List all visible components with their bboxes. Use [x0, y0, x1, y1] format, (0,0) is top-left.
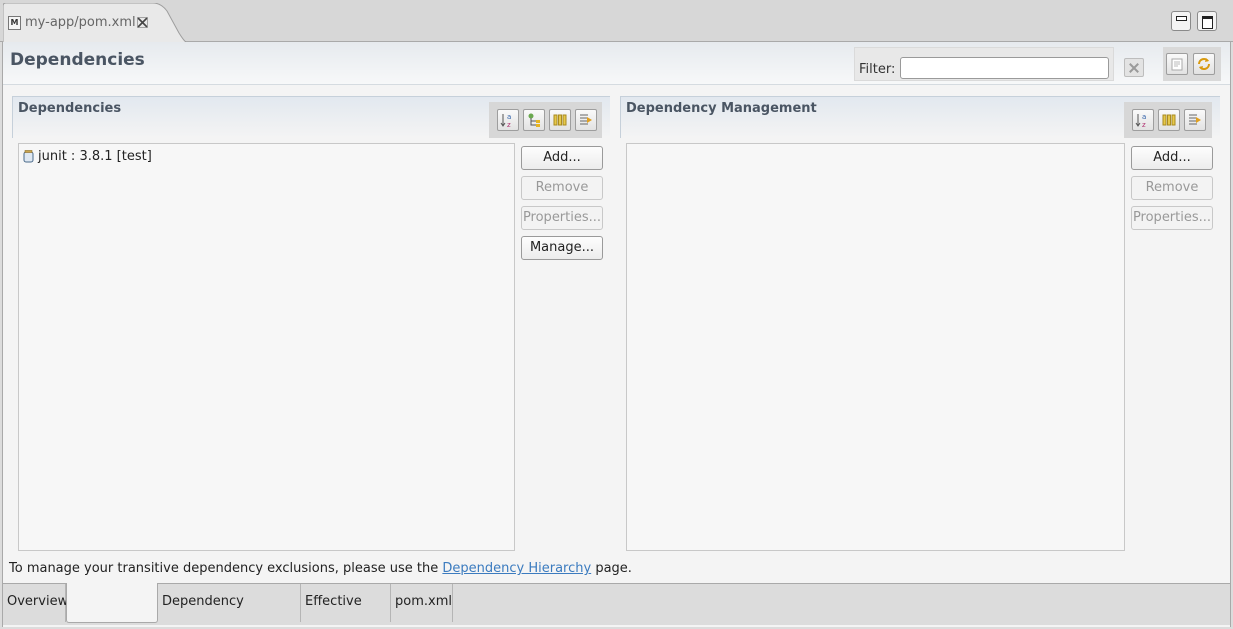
- sort-az-icon[interactable]: az: [1132, 109, 1154, 131]
- remove-managed-dependency-button[interactable]: Remove: [1131, 176, 1213, 200]
- filter-label: Filter:: [859, 62, 896, 77]
- clear-filter-icon[interactable]: [1124, 58, 1144, 77]
- refresh-icon[interactable]: [1193, 53, 1215, 75]
- hint-text-before: To manage your transitive dependency exc…: [9, 561, 439, 576]
- dependency-management-section: Dependency Management az Add... Remove P…: [620, 96, 1222, 552]
- dependency-management-list[interactable]: [626, 143, 1125, 551]
- dependency-hierarchy-link[interactable]: Dependency Hierarchy: [442, 561, 591, 576]
- filter-icon[interactable]: [1184, 109, 1206, 131]
- dependencies-toolbar: az: [489, 102, 602, 138]
- dependency-management-section-header: Dependency Management az: [620, 96, 1220, 138]
- columns-icon[interactable]: [1158, 109, 1180, 131]
- managed-dependency-properties-button[interactable]: Properties...: [1131, 206, 1213, 230]
- dependency-properties-button[interactable]: Properties...: [521, 206, 603, 230]
- manage-dependencies-button[interactable]: Manage...: [521, 236, 603, 260]
- tab-overview[interactable]: Overview: [3, 584, 68, 622]
- svg-text:a: a: [1142, 113, 1146, 121]
- filter-input[interactable]: [900, 57, 1109, 79]
- editor-tab-strip: M my-app/pom.xml: [0, 0, 1233, 42]
- minimize-icon[interactable]: [1171, 11, 1191, 31]
- header-toolbar: [1163, 47, 1221, 81]
- dependencies-list[interactable]: junit : 3.8.1 [test]: [18, 143, 515, 551]
- sort-az-icon[interactable]: az: [497, 109, 519, 131]
- maven-file-icon: M: [8, 16, 21, 30]
- filter-box: Filter:: [854, 47, 1114, 81]
- tab-pom-xml[interactable]: pom.xml: [391, 584, 453, 622]
- svg-text:z: z: [1142, 121, 1146, 128]
- filter-icon[interactable]: [575, 109, 597, 131]
- jar-icon: [23, 149, 34, 162]
- hint-text-after: page.: [595, 561, 632, 576]
- svg-text:z: z: [507, 121, 511, 128]
- editor-tab-pom[interactable]: M my-app/pom.xml: [3, 3, 186, 42]
- maximize-icon[interactable]: [1197, 11, 1217, 31]
- dependency-management-section-title: Dependency Management: [626, 101, 817, 116]
- form-header: Dependencies Filter:: [3, 42, 1230, 85]
- show-groupid-icon[interactable]: [523, 109, 545, 131]
- pom-editor: Dependencies Filter: Dependencies az jun…: [2, 42, 1231, 627]
- tab-dependencies[interactable]: [66, 583, 158, 623]
- columns-icon[interactable]: [549, 109, 571, 131]
- page-tabs: Overview Dependency Hierarchy Effective …: [3, 583, 1230, 625]
- list-item[interactable]: junit : 3.8.1 [test]: [23, 147, 152, 165]
- close-tab-icon[interactable]: [137, 17, 148, 28]
- tab-dependency-hierarchy[interactable]: Dependency Hierarchy: [158, 584, 301, 622]
- tab-effective-pom[interactable]: Effective POM: [301, 584, 391, 622]
- page-title: Dependencies: [10, 50, 145, 70]
- dependencies-section-header: Dependencies az: [12, 96, 610, 138]
- collapse-icon[interactable]: [1166, 53, 1188, 75]
- add-managed-dependency-button[interactable]: Add...: [1131, 146, 1213, 170]
- editor-tab-title: my-app/pom.xml: [25, 15, 136, 30]
- dependencies-section: Dependencies az junit: 3.8.1 [test] Add…: [12, 96, 612, 552]
- add-dependency-button[interactable]: Add...: [521, 146, 603, 170]
- dependencies-section-title: Dependencies: [18, 101, 122, 116]
- remove-dependency-button[interactable]: Remove: [521, 176, 603, 200]
- svg-text:a: a: [507, 113, 511, 121]
- exclusions-hint: To manage your transitive dependency exc…: [9, 561, 632, 576]
- dependency-management-toolbar: az: [1124, 102, 1212, 138]
- dependency-label: junit : 3.8.1 [test]: [38, 148, 152, 164]
